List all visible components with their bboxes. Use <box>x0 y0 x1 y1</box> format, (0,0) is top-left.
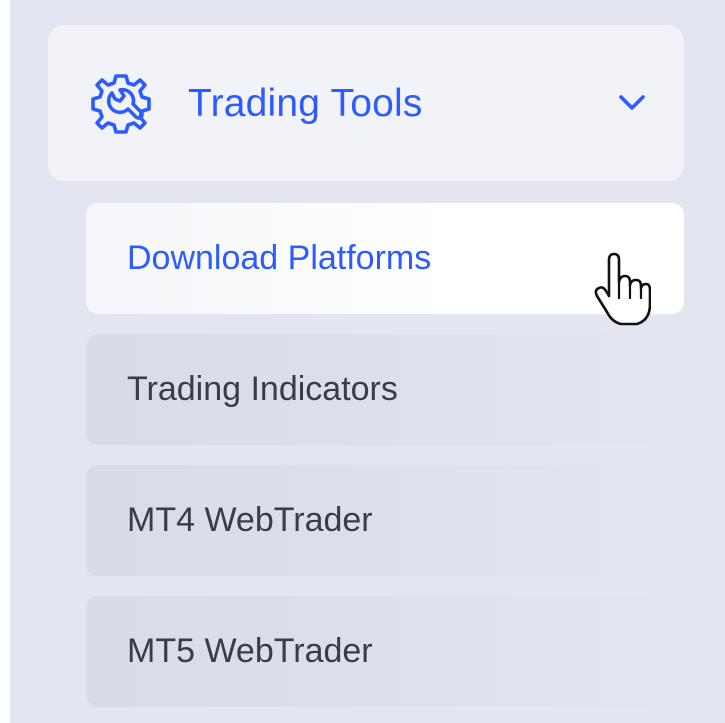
wrench-gear-icon <box>91 74 151 134</box>
submenu-item-label: Trading Indicators <box>127 370 398 408</box>
submenu-item-trading-indicators[interactable]: Trading Indicators <box>86 334 686 445</box>
submenu-item-label: Download Platforms <box>127 239 432 277</box>
submenu-item-mt4-webtrader[interactable]: MT4 WebTrader <box>86 465 686 576</box>
trading-tools-menu-header[interactable]: Trading Tools <box>48 25 684 181</box>
submenu-item-mt5-webtrader[interactable]: MT5 WebTrader <box>86 596 686 707</box>
trading-tools-label: Trading Tools <box>188 82 423 125</box>
submenu-item-label: MT4 WebTrader <box>127 501 373 539</box>
hand-pointer-icon <box>594 252 651 326</box>
chevron-down-icon[interactable] <box>616 92 648 114</box>
submenu-item-label: MT5 WebTrader <box>127 632 373 670</box>
